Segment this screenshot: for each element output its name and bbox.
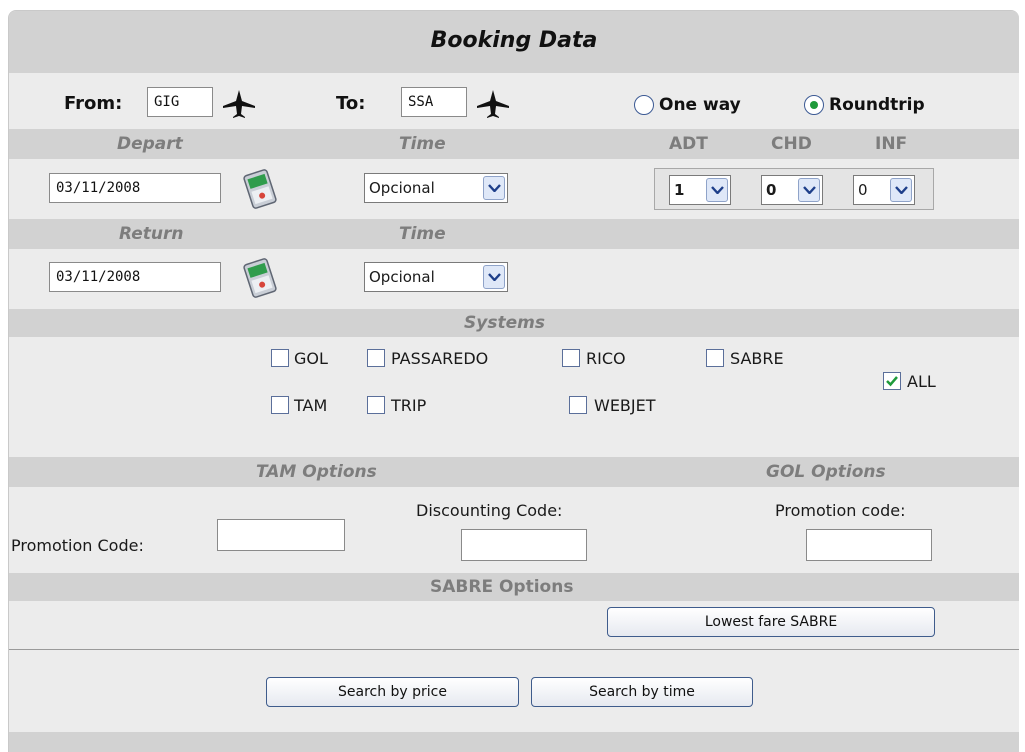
return-time-label: Time (399, 224, 446, 244)
all-label[interactable]: ALL (907, 372, 936, 391)
divider (9, 649, 1019, 650)
panel-title: Booking Data (430, 28, 598, 53)
inf-select[interactable]: 0 (853, 175, 915, 205)
to-label: To: (336, 93, 366, 114)
airplane-icon[interactable] (476, 89, 510, 119)
gol-checkbox[interactable] (271, 349, 289, 367)
booking-panel: Booking Data From: To: One way Roundtrip… (8, 10, 1019, 752)
radio-dot (810, 101, 818, 109)
tam-promo-label: Promotion Code: (11, 536, 144, 555)
sabre-checkbox[interactable] (706, 349, 724, 367)
adt-label: ADT (669, 134, 708, 154)
header-band: Booking Data (9, 11, 1019, 73)
to-input[interactable] (401, 87, 467, 117)
adt-select[interactable]: 1 (669, 175, 731, 205)
passaredo-label[interactable]: PASSAREDO (391, 349, 488, 368)
chd-value: 0 (766, 181, 777, 199)
chevron-down-icon[interactable] (483, 176, 505, 200)
return-date-input[interactable] (49, 262, 221, 292)
systems-label: Systems (464, 313, 545, 333)
depart-time-label: Time (399, 134, 446, 154)
from-label: From: (64, 93, 123, 114)
rico-label[interactable]: RICO (586, 349, 626, 368)
return-label: Return (119, 224, 184, 244)
sabre-label[interactable]: SABRE (730, 349, 784, 368)
tam-options-label: TAM Options (256, 462, 377, 482)
chevron-down-icon[interactable] (483, 265, 505, 289)
chevron-down-icon[interactable] (890, 178, 912, 202)
tam-checkbox[interactable] (271, 396, 289, 414)
roundtrip-label[interactable]: Roundtrip (829, 95, 925, 115)
depart-time-value: Opcional (369, 179, 435, 197)
search-by-price-button[interactable]: Search by price (266, 677, 519, 707)
trip-label[interactable]: TRIP (391, 396, 426, 415)
chd-select[interactable]: 0 (761, 175, 823, 205)
tam-label[interactable]: TAM (294, 396, 327, 415)
gol-promo-input[interactable] (806, 529, 932, 561)
footer-band (9, 732, 1019, 752)
checkmark-icon (886, 376, 898, 387)
trip-checkbox[interactable] (367, 396, 385, 414)
airplane-icon[interactable] (222, 89, 256, 119)
inf-value: 0 (858, 181, 868, 199)
calendar-icon[interactable] (239, 256, 281, 300)
tam-discount-label: Discounting Code: (416, 501, 563, 520)
gol-options-label: GOL Options (766, 462, 886, 482)
gol-promo-label: Promotion code: (775, 501, 906, 520)
depart-label: Depart (117, 134, 183, 154)
search-by-time-button[interactable]: Search by time (531, 677, 753, 707)
all-checkbox[interactable] (883, 372, 901, 390)
return-time-value: Opcional (369, 268, 435, 286)
sabre-options-label: SABRE Options (430, 577, 574, 597)
from-input[interactable] (147, 87, 213, 117)
calendar-icon[interactable] (239, 167, 281, 211)
webjet-label[interactable]: WEBJET (594, 396, 656, 415)
rico-checkbox[interactable] (562, 349, 580, 367)
one-way-label[interactable]: One way (659, 95, 741, 115)
return-time-select[interactable]: Opcional (364, 262, 508, 292)
lowest-fare-sabre-button[interactable]: Lowest fare SABRE (607, 607, 935, 637)
passaredo-checkbox[interactable] (367, 349, 385, 367)
adt-value: 1 (674, 181, 685, 199)
chevron-down-icon[interactable] (706, 178, 728, 202)
depart-date-input[interactable] (49, 173, 221, 203)
chd-label: CHD (771, 134, 812, 154)
roundtrip-radio[interactable] (804, 95, 824, 115)
depart-time-select[interactable]: Opcional (364, 173, 508, 203)
gol-label[interactable]: GOL (294, 349, 328, 368)
webjet-checkbox[interactable] (569, 396, 587, 414)
tam-promo-input[interactable] (217, 519, 345, 551)
one-way-radio[interactable] (634, 95, 654, 115)
inf-label: INF (875, 134, 908, 154)
chevron-down-icon[interactable] (798, 178, 820, 202)
tam-discount-input[interactable] (461, 529, 587, 561)
